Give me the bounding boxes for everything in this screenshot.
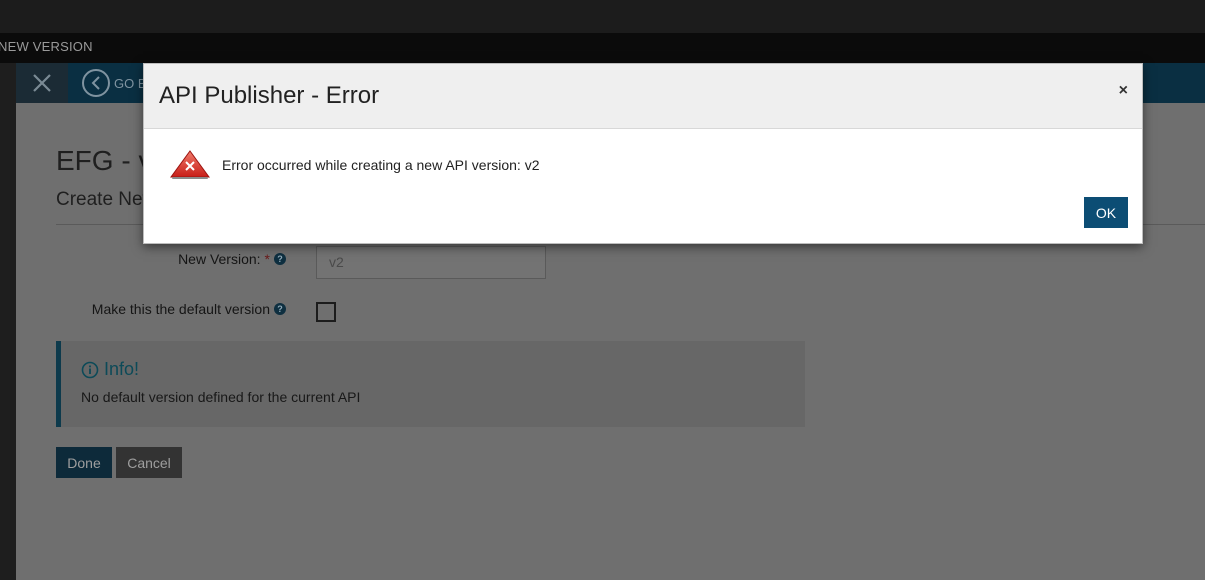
close-panel-button[interactable] — [16, 63, 68, 103]
info-text: No default version defined for the curre… — [81, 389, 361, 405]
dialog-header: API Publisher - Error × — [144, 64, 1142, 129]
chevron-left-icon — [82, 69, 110, 97]
error-message: Error occurred while creating a new API … — [222, 157, 540, 173]
help-icon[interactable]: ? — [274, 303, 286, 315]
info-alert: Info! No default version defined for the… — [56, 341, 805, 427]
browser-top-bar — [0, 0, 1205, 33]
new-version-label: New Version: * ? — [178, 251, 286, 267]
cancel-button[interactable]: Cancel — [116, 447, 182, 478]
default-version-label: Make this the default version ? — [92, 301, 286, 317]
window-title: NEW VERSION — [0, 33, 1205, 63]
info-icon — [81, 361, 99, 378]
close-icon — [33, 74, 51, 92]
dialog-title: API Publisher - Error — [159, 82, 380, 109]
new-version-input[interactable]: v2 — [316, 246, 546, 279]
error-icon — [170, 150, 210, 185]
info-title: Info! — [81, 359, 139, 380]
left-rail — [0, 63, 16, 580]
help-icon[interactable]: ? — [274, 253, 286, 265]
required-marker: * — [264, 251, 270, 267]
default-version-checkbox[interactable] — [316, 302, 336, 322]
new-version-label-row: New Version: * ? — [16, 251, 286, 271]
done-button[interactable]: Done — [56, 447, 112, 478]
default-version-label-row: Make this the default version ? — [16, 301, 286, 321]
ok-button[interactable]: OK — [1084, 197, 1128, 228]
dialog-close-button[interactable]: × — [1119, 82, 1128, 100]
error-dialog: API Publisher - Error × Error occurred w… — [143, 63, 1143, 244]
